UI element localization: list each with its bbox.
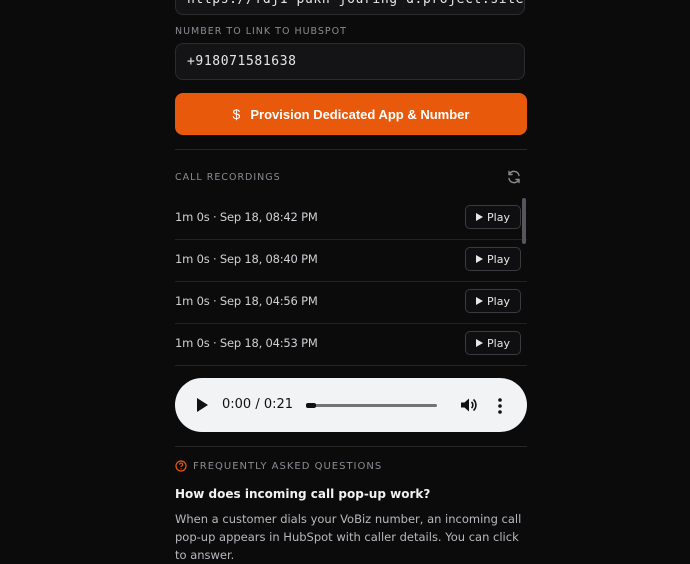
- play-icon: [476, 213, 484, 221]
- play-icon: [476, 339, 484, 347]
- faq-header: FREQUENTLY ASKED QUESTIONS: [175, 460, 382, 472]
- phone-label: NUMBER TO LINK TO HUBSPOT: [175, 26, 347, 37]
- recording-meta: 1m 0s · Sep 18, 08:42 PM: [175, 210, 318, 224]
- volume-icon[interactable]: [460, 397, 478, 413]
- audio-player: 0:00 / 0:21: [175, 378, 527, 432]
- recordings-scrollbar[interactable]: [522, 198, 526, 244]
- play-button[interactable]: Play: [465, 205, 521, 229]
- play-label: Play: [487, 210, 510, 224]
- audio-seek-thumb[interactable]: [306, 403, 316, 408]
- play-button[interactable]: Play: [465, 289, 521, 313]
- audio-play-icon[interactable]: [197, 398, 208, 412]
- faq-question[interactable]: How does incoming call pop-up work?: [175, 487, 430, 501]
- phone-number-input[interactable]: +918071581638: [175, 43, 525, 80]
- play-label: Play: [487, 252, 510, 266]
- audio-seek-bar[interactable]: [306, 404, 437, 407]
- provision-button-label: Provision Dedicated App & Number: [250, 106, 470, 122]
- refresh-icon[interactable]: [506, 169, 522, 185]
- recording-meta: 1m 0s · Sep 18, 04:56 PM: [175, 294, 318, 308]
- recording-meta: 1m 0s · Sep 18, 04:53 PM: [175, 336, 318, 350]
- more-options-icon[interactable]: [495, 397, 505, 415]
- recordings-title: CALL RECORDINGS: [175, 172, 281, 183]
- divider: [175, 446, 527, 447]
- play-label: Play: [487, 336, 510, 350]
- play-button[interactable]: Play: [465, 247, 521, 271]
- audio-time: 0:00 / 0:21: [222, 397, 294, 412]
- play-icon: [476, 255, 484, 263]
- recording-meta: 1m 0s · Sep 18, 08:40 PM: [175, 252, 318, 266]
- play-button[interactable]: Play: [465, 331, 521, 355]
- recording-row: 1m 0s · Sep 18, 04:53 PM Play: [175, 324, 527, 366]
- provision-button[interactable]: $ Provision Dedicated App & Number: [175, 93, 527, 135]
- faq-answer: When a customer dials your VoBiz number,…: [175, 512, 522, 562]
- recording-row: 1m 0s · Sep 18, 04:56 PM Play: [175, 282, 527, 324]
- url-field[interactable]: https://fdj1-pukh-jouring-d.project.site…: [175, 0, 525, 15]
- question-circle-icon: [175, 460, 187, 472]
- play-icon: [476, 297, 484, 305]
- dollar-icon: $: [232, 106, 241, 122]
- recording-row: 1m 0s · Sep 18, 08:42 PM Play: [175, 198, 527, 240]
- recording-row: 1m 0s · Sep 18, 08:40 PM Play: [175, 240, 527, 282]
- play-label: Play: [487, 294, 510, 308]
- faq-title: FREQUENTLY ASKED QUESTIONS: [193, 460, 383, 472]
- divider: [175, 149, 527, 150]
